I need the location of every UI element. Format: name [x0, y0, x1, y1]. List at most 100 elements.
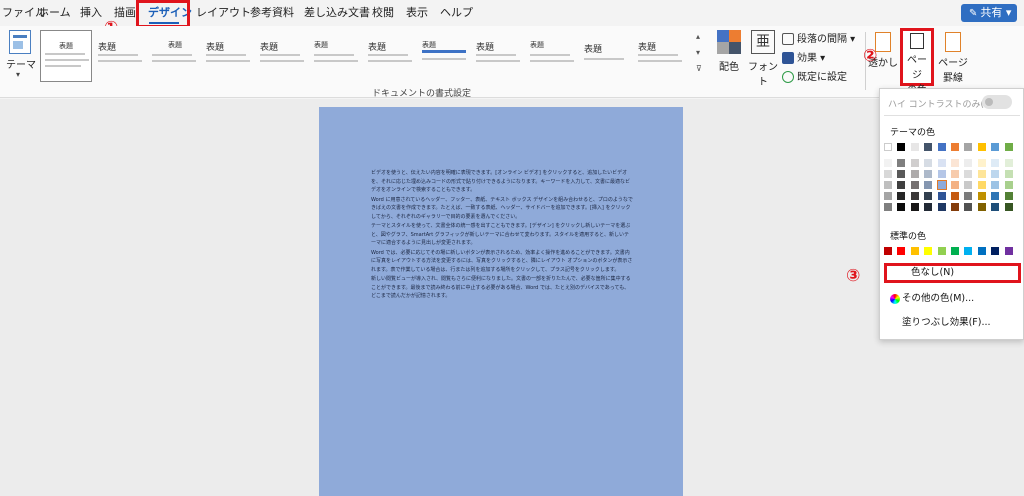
- color-swatch[interactable]: [977, 181, 986, 189]
- tab-review[interactable]: 校閲: [372, 4, 394, 20]
- themes-button[interactable]: テーマ ▾: [4, 28, 36, 94]
- color-swatch[interactable]: [910, 203, 919, 211]
- color-swatch[interactable]: [884, 181, 892, 189]
- color-swatch[interactable]: [951, 143, 959, 151]
- tab-insert[interactable]: 挿入: [80, 4, 102, 20]
- color-swatch[interactable]: [884, 170, 892, 178]
- tab-home[interactable]: ホーム: [38, 4, 71, 20]
- gallery-scroll-down-icon[interactable]: ▾: [696, 48, 700, 57]
- tab-help[interactable]: ヘルプ: [440, 4, 473, 20]
- color-swatch[interactable]: [910, 181, 919, 189]
- color-swatch[interactable]: [910, 170, 919, 178]
- color-swatch[interactable]: [924, 203, 933, 211]
- color-swatch[interactable]: [897, 203, 906, 211]
- style-set-thumb[interactable]: 表題: [634, 30, 686, 82]
- high-contrast-toggle[interactable]: [982, 95, 1012, 109]
- style-set-thumb[interactable]: 表題: [580, 30, 632, 82]
- color-swatch[interactable]: [884, 159, 892, 167]
- color-swatch[interactable]: [1004, 192, 1013, 200]
- color-swatch[interactable]: [991, 203, 1000, 211]
- color-swatch[interactable]: [977, 247, 986, 255]
- color-swatch[interactable]: [884, 143, 892, 151]
- color-swatch[interactable]: [924, 159, 933, 167]
- color-swatch[interactable]: [964, 192, 973, 200]
- color-swatch[interactable]: [951, 159, 959, 167]
- gallery-more-icon[interactable]: ⊽: [696, 64, 702, 73]
- color-swatch[interactable]: [937, 170, 946, 178]
- color-swatch[interactable]: [924, 143, 933, 151]
- color-swatch[interactable]: [910, 192, 919, 200]
- tab-mailings[interactable]: 差し込み文書: [304, 4, 370, 20]
- paragraph-spacing-button[interactable]: 段落の間隔 ▾: [782, 30, 855, 45]
- color-swatch[interactable]: [897, 192, 906, 200]
- color-swatch[interactable]: [977, 192, 986, 200]
- tab-references[interactable]: 参考資料: [250, 4, 294, 20]
- tab-view[interactable]: 表示: [406, 4, 428, 20]
- share-button[interactable]: ✎ 共有 ▾: [961, 4, 1017, 22]
- color-swatch[interactable]: [964, 159, 973, 167]
- page-color-button[interactable]: ページ の色: [900, 28, 934, 96]
- color-swatch[interactable]: [991, 143, 1000, 151]
- color-swatch[interactable]: [937, 192, 946, 200]
- no-color-menu-item[interactable]: 色なし(N): [884, 263, 1021, 283]
- color-swatch[interactable]: [991, 170, 1000, 178]
- more-colors-menu-item[interactable]: その他の色(M)...: [884, 289, 1021, 309]
- color-swatch[interactable]: [897, 181, 906, 189]
- color-swatch[interactable]: [924, 247, 933, 255]
- colors-button[interactable]: 配色: [714, 30, 744, 73]
- document-page[interactable]: ビデオを使うと、伝えたい内容を明確に表現できます。[オンライン ビデオ] をクリ…: [319, 107, 683, 496]
- color-swatch[interactable]: [1004, 181, 1013, 189]
- color-swatch[interactable]: [936, 180, 947, 190]
- color-swatch[interactable]: [991, 192, 1000, 200]
- color-swatch[interactable]: [884, 247, 892, 255]
- fonts-button[interactable]: 亜 フォント: [746, 30, 780, 88]
- style-set-thumb[interactable]: 表題: [256, 30, 308, 82]
- color-swatch[interactable]: [977, 203, 986, 211]
- color-swatch[interactable]: [937, 203, 946, 211]
- color-swatch[interactable]: [1004, 170, 1013, 178]
- color-swatch[interactable]: [951, 170, 959, 178]
- style-set-thumb[interactable]: 表題: [202, 30, 254, 82]
- color-swatch[interactable]: [951, 181, 959, 189]
- color-swatch[interactable]: [937, 159, 946, 167]
- color-swatch[interactable]: [977, 143, 986, 151]
- tab-layout[interactable]: レイアウト: [196, 4, 251, 20]
- color-swatch[interactable]: [924, 170, 933, 178]
- gallery-scroll-up-icon[interactable]: ▴: [696, 32, 700, 41]
- color-swatch[interactable]: [897, 143, 906, 151]
- page-borders-button[interactable]: ページ 罫線: [936, 28, 970, 86]
- color-swatch[interactable]: [910, 143, 919, 151]
- style-set-thumb[interactable]: 表題: [310, 30, 362, 82]
- color-swatch[interactable]: [951, 247, 959, 255]
- style-set-thumb[interactable]: 表題: [418, 30, 470, 82]
- color-swatch[interactable]: [964, 170, 973, 178]
- style-set-thumb[interactable]: 表題: [526, 30, 578, 82]
- color-swatch[interactable]: [1004, 143, 1013, 151]
- color-swatch[interactable]: [937, 247, 946, 255]
- color-swatch[interactable]: [897, 159, 906, 167]
- color-swatch[interactable]: [897, 170, 906, 178]
- style-set-thumb[interactable]: 表題: [40, 30, 92, 82]
- effects-button[interactable]: 効果 ▾: [782, 49, 825, 64]
- color-swatch[interactable]: [1004, 159, 1013, 167]
- color-swatch[interactable]: [991, 181, 1000, 189]
- style-set-thumb[interactable]: 表題: [364, 30, 416, 82]
- color-swatch[interactable]: [910, 247, 919, 255]
- fill-effects-menu-item[interactable]: 塗りつぶし効果(F)...: [884, 313, 1021, 333]
- color-swatch[interactable]: [991, 247, 1000, 255]
- color-swatch[interactable]: [924, 181, 933, 189]
- set-default-button[interactable]: 既定に設定: [782, 68, 847, 83]
- color-swatch[interactable]: [977, 159, 986, 167]
- color-swatch[interactable]: [977, 170, 986, 178]
- color-swatch[interactable]: [964, 247, 973, 255]
- color-swatch[interactable]: [964, 181, 973, 189]
- color-swatch[interactable]: [964, 143, 973, 151]
- style-set-thumb[interactable]: 表題: [148, 30, 200, 82]
- color-swatch[interactable]: [910, 159, 919, 167]
- color-swatch[interactable]: [964, 203, 973, 211]
- color-swatch[interactable]: [897, 247, 906, 255]
- style-set-thumb[interactable]: 表題: [472, 30, 524, 82]
- color-swatch[interactable]: [884, 192, 892, 200]
- color-swatch[interactable]: [1004, 247, 1013, 255]
- style-set-thumb[interactable]: 表題: [94, 30, 146, 82]
